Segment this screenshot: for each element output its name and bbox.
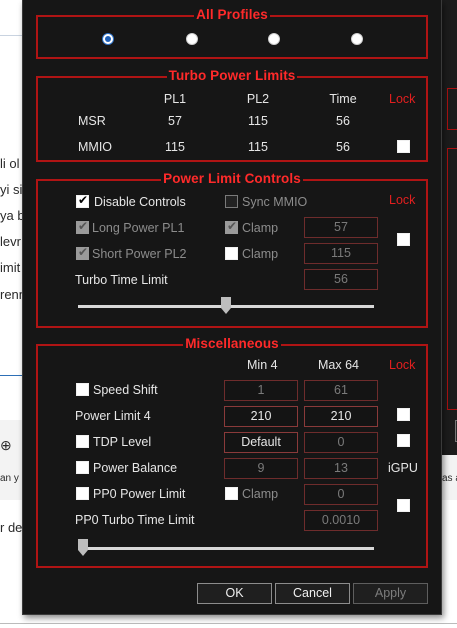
disable-controls-checkbox[interactable] <box>76 193 89 208</box>
time-header: Time <box>329 92 357 106</box>
plc-lock-checkbox[interactable] <box>397 233 410 246</box>
sync-mmio-label: Sync MMIO <box>242 195 308 209</box>
bg-text: an y <box>0 473 19 484</box>
short-clamp-checkbox[interactable] <box>225 247 238 260</box>
bg-text-line: imit <box>0 260 21 275</box>
pp0-power-limit-input[interactable]: 0 <box>304 484 378 505</box>
disable-controls-label: Disable Controls <box>94 195 186 209</box>
bg-text-line: yi si <box>0 182 23 197</box>
mmio-lock-checkbox[interactable] <box>397 140 410 153</box>
bg-text-line: li ol <box>0 156 20 171</box>
divider <box>0 35 22 36</box>
profile-radio-4[interactable] <box>351 33 363 45</box>
bg-text: r de <box>0 520 23 535</box>
mmio-label: MMIO <box>78 140 113 154</box>
pp0-time-slider-thumb[interactable] <box>78 539 88 556</box>
group-title: All Profiles <box>194 7 270 22</box>
pp0-time-slider-track[interactable] <box>78 547 374 550</box>
divider <box>0 623 457 624</box>
speed-shift-checkbox[interactable] <box>76 383 89 396</box>
lock-header: Lock <box>389 92 416 106</box>
long-power-label: Long Power PL1 <box>92 221 185 235</box>
msr-pl1-value: 57 <box>168 114 182 128</box>
turbo-settings-dialog: All Profiles Turbo Power Limits PL1 PL2 … <box>22 0 442 615</box>
all-profiles-group: All Profiles <box>36 7 428 59</box>
pp0-power-limit-checkbox[interactable] <box>76 487 89 500</box>
ok-button[interactable]: OK <box>197 583 272 604</box>
bg-group-frame <box>447 148 457 410</box>
mmio-pl2-value: 115 <box>248 140 268 154</box>
power-limit-4-input-b[interactable]: 210 <box>304 406 378 427</box>
long-clamp-checkbox[interactable] <box>225 219 238 234</box>
bg-text-line: levr <box>0 234 21 249</box>
pp0-lock-checkbox[interactable] <box>397 499 410 512</box>
pp0-clamp-checkbox[interactable] <box>225 487 238 500</box>
profile-radio-3[interactable] <box>268 33 280 45</box>
cancel-button[interactable]: Cancel <box>275 583 350 604</box>
lock-header: Lock <box>389 193 416 207</box>
msr-label: MSR <box>78 114 106 128</box>
pp0-turbo-time-input[interactable]: 0.0010 <box>304 510 378 531</box>
lock-header: Lock <box>389 358 416 372</box>
pl2-header: PL2 <box>246 92 270 106</box>
tdp-level-checkbox[interactable] <box>76 435 89 448</box>
igpu-label: iGPU <box>388 461 418 475</box>
bg-text: as a <box>442 473 457 484</box>
msr-time-value: 56 <box>336 114 350 128</box>
power-limit-4-label: Power Limit 4 <box>75 409 151 423</box>
tdp-level-value[interactable]: 0 <box>304 432 378 453</box>
power-balance-cpu-input[interactable]: 9 <box>224 458 298 479</box>
power-balance-igpu-input[interactable]: 13 <box>304 458 378 479</box>
circle-arrow-up-icon: ⊕ <box>0 437 12 453</box>
pp0-turbo-time-label: PP0 Turbo Time Limit <box>75 513 195 527</box>
turbo-time-limit-label: Turbo Time Limit <box>75 273 168 287</box>
long-power-checkbox[interactable] <box>76 219 89 234</box>
pl1-header: PL1 <box>163 92 187 106</box>
bg-text-line: ya b <box>0 208 25 223</box>
speed-shift-max-input[interactable]: 61 <box>304 380 378 401</box>
speed-shift-min-input[interactable]: 1 <box>224 380 298 401</box>
pp0-power-limit-label: PP0 Power Limit <box>93 487 186 501</box>
mmio-pl1-value: 115 <box>165 140 185 154</box>
max-header: Max 64 <box>318 358 359 372</box>
apply-button[interactable]: Apply <box>353 583 428 604</box>
mmio-time-value: 56 <box>336 140 350 154</box>
profile-radio-2[interactable] <box>186 33 198 45</box>
short-power-checkbox[interactable] <box>76 245 89 260</box>
short-clamp-label: Clamp <box>242 247 279 261</box>
profile-radio-1[interactable] <box>102 33 114 45</box>
power-balance-checkbox[interactable] <box>76 461 89 474</box>
power-limit-controls-group: Power Limit Controls Disable Controls Sy… <box>36 171 428 328</box>
long-clamp-label: Clamp <box>242 221 279 235</box>
turbo-time-limit-input[interactable]: 56 <box>304 269 378 290</box>
pp0-clamp-label: Clamp <box>242 487 279 501</box>
power-limit-4-input-a[interactable]: 210 <box>224 406 298 427</box>
short-power-input[interactable]: 115 <box>304 243 378 264</box>
tdp-level-input[interactable]: Default <box>224 432 298 453</box>
min-header: Min 4 <box>247 358 278 372</box>
bg-group-frame <box>447 88 457 130</box>
short-power-label: Short Power PL2 <box>92 247 187 261</box>
tdp-level-label: TDP Level <box>93 435 152 449</box>
power-limit-4-lock-checkbox[interactable] <box>397 408 410 421</box>
long-power-input[interactable]: 57 <box>304 217 378 238</box>
speed-shift-label: Speed Shift <box>93 383 158 397</box>
group-title: Miscellaneous <box>183 336 281 351</box>
sync-mmio-checkbox[interactable] <box>225 195 238 208</box>
group-title: Turbo Power Limits <box>166 68 298 83</box>
miscellaneous-group: Miscellaneous Min 4 Max 64 Lock Speed Sh… <box>36 336 428 568</box>
msr-pl2-value: 115 <box>248 114 268 128</box>
turbo-time-slider-thumb[interactable] <box>221 297 231 314</box>
tdp-level-lock-checkbox[interactable] <box>397 434 410 447</box>
power-balance-label: Power Balance <box>93 461 178 475</box>
group-title: Power Limit Controls <box>161 171 303 186</box>
turbo-power-limits-group: Turbo Power Limits PL1 PL2 Time Lock MSR… <box>36 68 428 162</box>
